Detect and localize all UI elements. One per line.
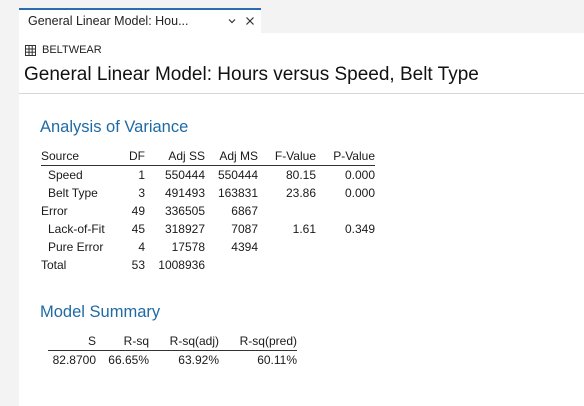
f-value-cell: 23.86 — [285, 186, 316, 200]
source-cell: Total — [41, 258, 67, 272]
table-row: Belt Type 3 491493 163831 23.86 0.000 — [41, 184, 375, 202]
table-row: Total 53 1008936 — [41, 256, 375, 274]
p-value-cell — [316, 202, 375, 220]
table-row: Pure Error 4 17578 4394 — [41, 238, 375, 256]
p-value-cell: 0.000 — [344, 168, 375, 182]
r-sq-adj-cell: 63.92% — [178, 353, 219, 367]
adj-ss-cell: 491493 — [164, 186, 205, 200]
table-row: 82.8700 66.65% 63.92% 60.11% — [48, 351, 297, 370]
table-row: Speed 1 550444 550444 80.15 0.000 — [41, 166, 375, 185]
df-cell: 49 — [131, 204, 145, 218]
adj-ss-cell: 550444 — [164, 168, 205, 182]
r-sq-cell: 66.65% — [108, 353, 149, 367]
summary-header-r-sq: R-sq — [96, 332, 149, 351]
adj-ms-cell: 6867 — [231, 204, 258, 218]
p-value-cell: 0.000 — [344, 186, 375, 200]
f-value-cell: 1.61 — [292, 222, 316, 236]
df-cell: 45 — [131, 222, 145, 236]
adj-ss-cell: 1008936 — [158, 258, 205, 272]
df-cell: 1 — [138, 168, 145, 182]
close-icon[interactable] — [244, 15, 256, 27]
s-cell: 82.8700 — [52, 353, 96, 367]
source-cell: Belt Type — [48, 186, 98, 200]
table-row: Error 49 336505 6867 — [41, 202, 375, 220]
table-row: Lack-of-Fit 45 318927 7087 1.61 0.349 — [41, 220, 375, 238]
anova-header-p-value: P-Value — [316, 147, 375, 166]
source-cell: Pure Error — [48, 240, 104, 254]
source-cell: Lack-of-Fit — [48, 222, 105, 236]
anova-table: Source DF Adj SS Adj MS F-Value P-Value … — [41, 147, 375, 274]
p-value-cell — [316, 256, 375, 274]
title-divider — [19, 93, 584, 94]
output-pane: BELTWEAR General Linear Model: Hours ver… — [19, 33, 584, 406]
summary-header-s: S — [48, 332, 96, 351]
summary-header-row: S R-sq R-sq(adj) R-sq(pred) — [48, 332, 297, 351]
tab-general-linear-model[interactable]: General Linear Model: Hou... — [19, 8, 261, 33]
anova-header-adj-ms: Adj MS — [205, 147, 258, 166]
source-cell: Speed — [48, 168, 83, 182]
worksheet-label: BELTWEAR — [25, 44, 102, 56]
chevron-down-icon[interactable] — [226, 15, 238, 27]
adj-ms-cell: 550444 — [217, 168, 258, 182]
summary-header-r-sq-adj: R-sq(adj) — [149, 332, 219, 351]
adj-ss-cell: 318927 — [164, 222, 205, 236]
adj-ss-cell: 336505 — [164, 204, 205, 218]
anova-section-title: Analysis of Variance — [40, 118, 189, 136]
f-value-cell — [258, 202, 316, 220]
grid-icon — [25, 44, 36, 56]
worksheet-name: BELTWEAR — [42, 44, 102, 56]
model-summary-table: S R-sq R-sq(adj) R-sq(pred) 82.8700 66.6… — [48, 332, 297, 369]
anova-header-f-value: F-Value — [258, 147, 316, 166]
df-cell: 4 — [138, 240, 145, 254]
p-value-cell — [316, 238, 375, 256]
source-cell: Error — [41, 204, 68, 218]
adj-ss-cell: 17578 — [171, 240, 205, 254]
adj-ms-cell: 7087 — [231, 222, 258, 236]
page-title: General Linear Model: Hours versus Speed… — [24, 64, 479, 85]
summary-header-r-sq-pred: R-sq(pred) — [219, 332, 297, 351]
tab-bar: General Linear Model: Hou... — [0, 0, 584, 33]
f-value-cell — [258, 256, 316, 274]
df-cell: 53 — [131, 258, 145, 272]
df-cell: 3 — [138, 186, 145, 200]
anova-header-df: DF — [117, 147, 145, 166]
adj-ms-cell — [205, 256, 258, 274]
anova-header-source: Source — [41, 147, 117, 166]
adj-ms-cell: 163831 — [217, 186, 258, 200]
model-summary-section-title: Model Summary — [40, 303, 161, 321]
anova-header-row: Source DF Adj SS Adj MS F-Value P-Value — [41, 147, 375, 166]
p-value-cell: 0.349 — [344, 222, 375, 236]
r-sq-pred-cell: 60.11% — [257, 353, 297, 367]
f-value-cell — [258, 238, 316, 256]
f-value-cell: 80.15 — [285, 168, 316, 182]
anova-header-adj-ss: Adj SS — [145, 147, 205, 166]
adj-ms-cell: 4394 — [231, 240, 258, 254]
tab-title: General Linear Model: Hou... — [28, 14, 189, 28]
